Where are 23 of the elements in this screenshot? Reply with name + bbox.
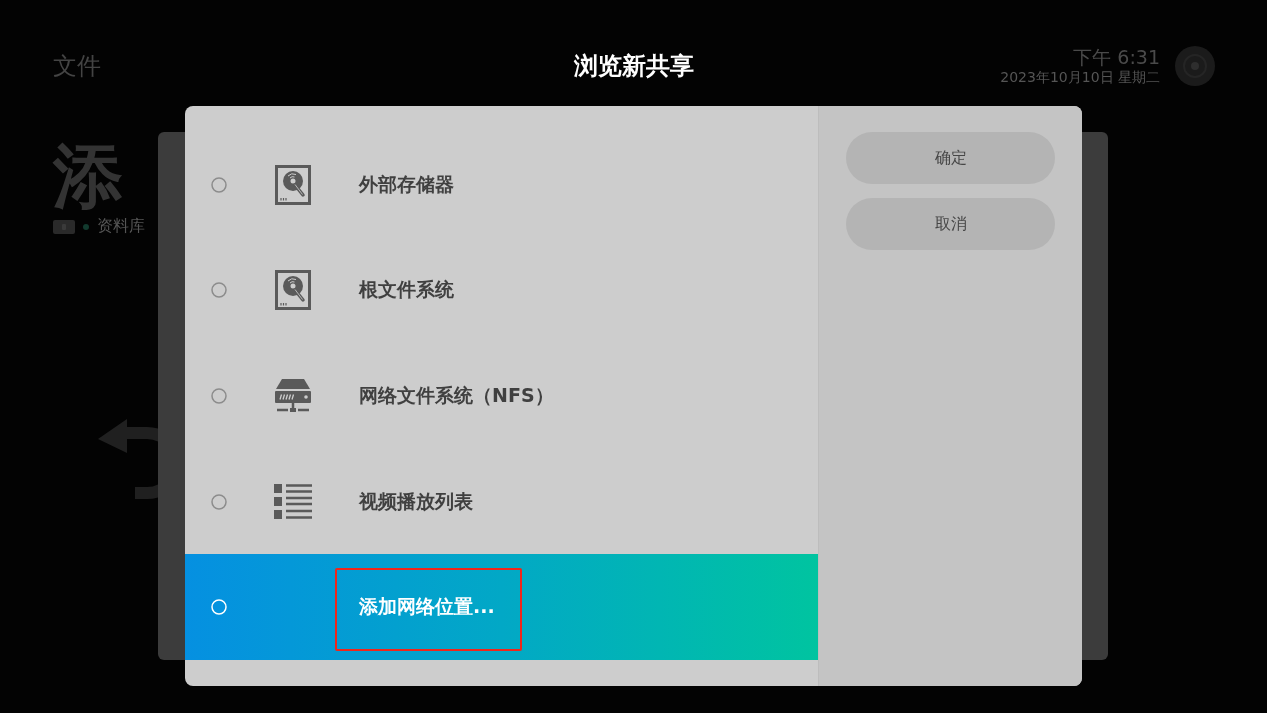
tag-icon bbox=[53, 219, 75, 234]
radio-icon bbox=[211, 176, 227, 193]
app-title: 文件 bbox=[53, 51, 101, 82]
source-option[interactable]: 外部存储器 bbox=[185, 132, 818, 238]
hard-drive-icon bbox=[275, 270, 311, 311]
source-option[interactable]: 视频播放列表 bbox=[185, 448, 818, 555]
source-option[interactable]: 根文件系统 bbox=[185, 237, 818, 344]
radio-icon bbox=[211, 599, 227, 616]
radio-icon bbox=[211, 493, 227, 510]
radio-icon bbox=[211, 282, 227, 299]
disc-icon bbox=[1175, 46, 1215, 86]
radio-icon bbox=[211, 388, 227, 404]
clock-date: 2023年10月10日 星期二 bbox=[1000, 68, 1160, 86]
dialog-title: 浏览新共享 bbox=[574, 51, 694, 82]
list-icon bbox=[274, 484, 312, 520]
cancel-button[interactable]: 取消 bbox=[846, 198, 1055, 250]
breadcrumb-text: 资料库 bbox=[97, 216, 145, 237]
source-option[interactable]: 网络文件系统（NFS） bbox=[185, 343, 818, 449]
confirm-button[interactable]: 确定 bbox=[846, 132, 1055, 184]
dot-icon bbox=[83, 223, 89, 230]
clock-time: 下午 6:31 bbox=[1073, 46, 1160, 68]
server-icon bbox=[274, 378, 312, 414]
hard-drive-icon bbox=[275, 164, 311, 205]
